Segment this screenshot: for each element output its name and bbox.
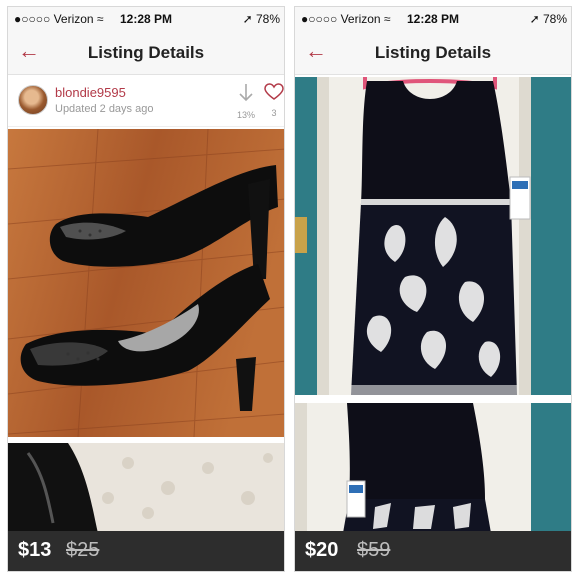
page-title: Listing Details [374, 43, 492, 62]
status-bar: ●○○○○ Verizon ≈ 12:28 PM ➚ 78% [8, 7, 284, 31]
seller-username[interactable]: blondie9595 [55, 85, 126, 100]
heart-icon [260, 83, 284, 105]
nav-bar: ← Listing Details [8, 31, 284, 75]
listing-photo-main[interactable] [8, 129, 284, 437]
battery-label: ➚ 78% [529, 12, 567, 26]
current-price: $20 [305, 539, 339, 561]
share-count: 13% [236, 110, 255, 120]
like-button[interactable]: 3 [260, 83, 284, 118]
price-bar: $13 $25 [8, 531, 284, 571]
listing-photo-secondary[interactable] [8, 443, 284, 533]
seller-bar: blondie9595 Updated 2 days ago 13% 3 [8, 75, 284, 127]
page-title: Listing Details [87, 43, 205, 62]
original-price: $59 [357, 539, 391, 561]
listing-photo-secondary[interactable] [295, 403, 571, 533]
right-phone-screen: ●○○○○ Verizon ≈ 12:28 PM ➚ 78% ← Listing… [294, 6, 572, 572]
updated-timestamp: Updated 2 days ago [55, 103, 154, 115]
price-bar: $20 $59 [295, 531, 571, 571]
like-count: 3 [271, 108, 277, 118]
nav-bar: ← Listing Details [295, 31, 571, 75]
current-price: $13 [18, 539, 52, 561]
download-arrow-icon [232, 83, 260, 107]
seller-avatar[interactable] [18, 85, 48, 115]
original-price: $25 [66, 539, 100, 561]
left-phone-screen: ●○○○○ Verizon ≈ 12:28 PM ➚ 78% ← Listing… [7, 6, 285, 572]
battery-label: ➚ 78% [242, 12, 280, 26]
listing-photo-main[interactable] [295, 77, 571, 395]
share-button[interactable]: 13% [232, 83, 260, 120]
status-bar: ●○○○○ Verizon ≈ 12:28 PM ➚ 78% [295, 7, 571, 31]
